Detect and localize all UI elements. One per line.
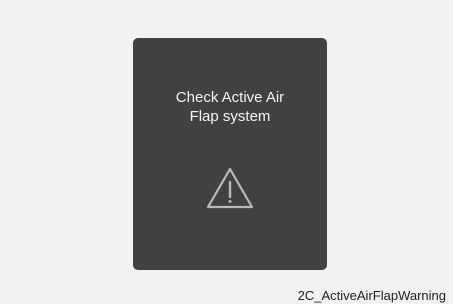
warning-message-line-1: Check Active Air [175, 89, 285, 106]
warning-display-panel: Check Active Air Flap system [133, 38, 327, 270]
figure-caption: 2C_ActiveAirFlapWarning [297, 288, 446, 303]
warning-message: Check Active Air Flap system [133, 88, 327, 126]
warning-message-line-2: Flap system [189, 108, 271, 125]
warning-triangle-icon [206, 167, 254, 209]
